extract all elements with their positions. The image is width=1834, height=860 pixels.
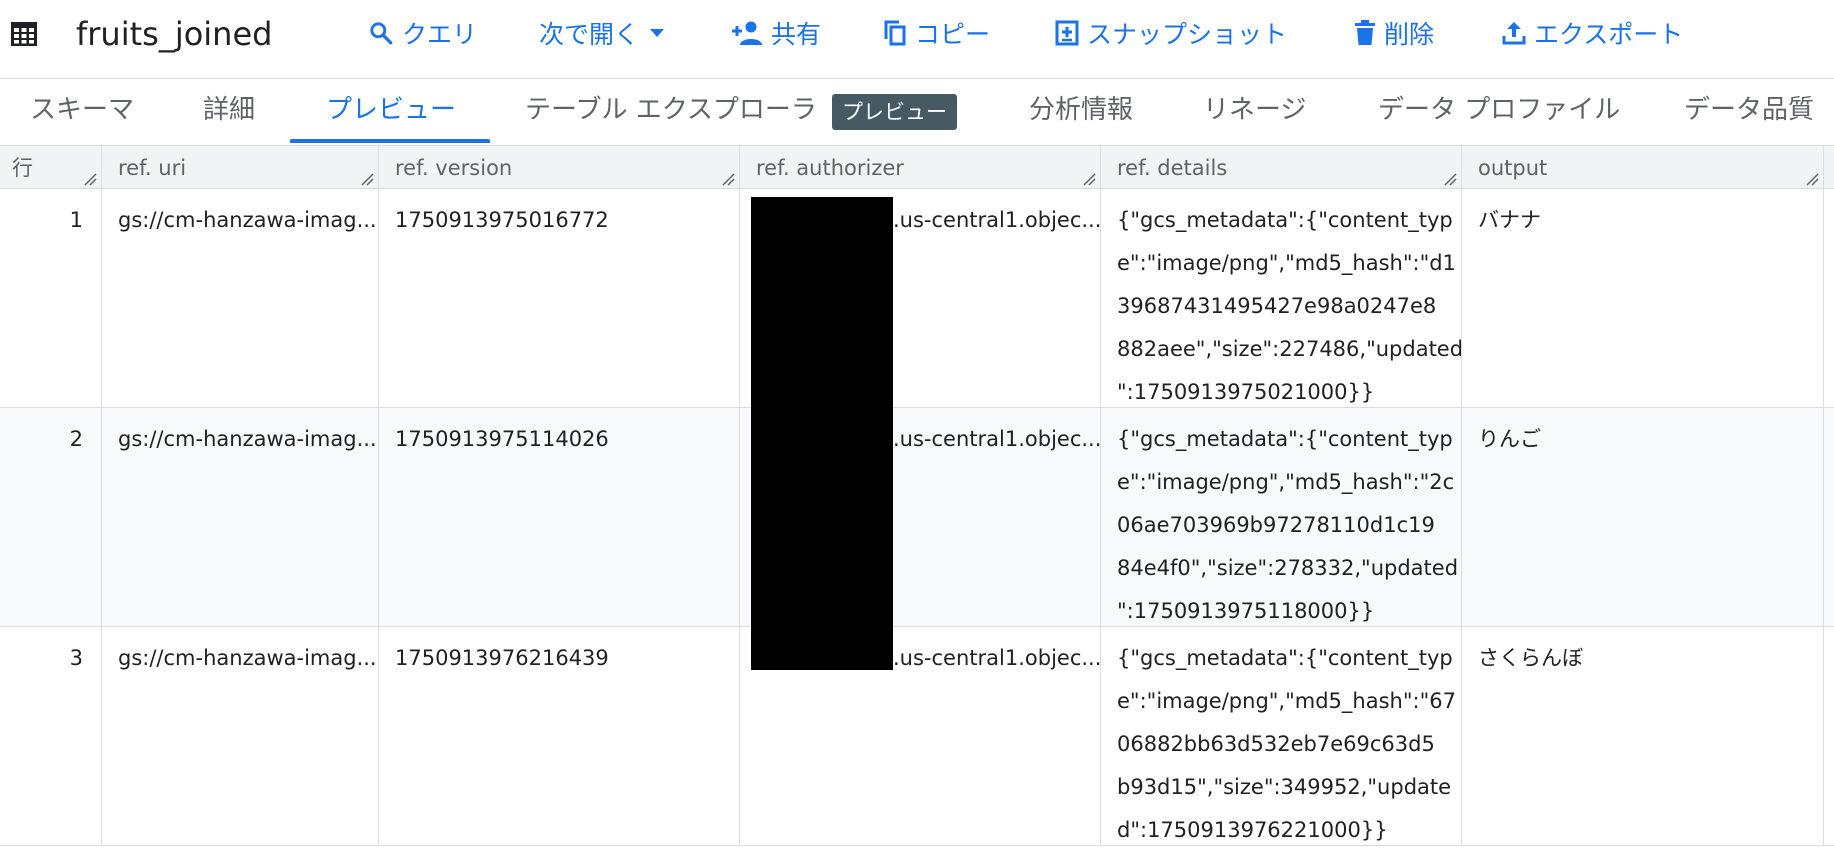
search-icon (370, 22, 393, 45)
tab-table-explorer[interactable]: テーブル エクスプローラ (525, 93, 817, 127)
row-number-cell: 1 (0, 189, 102, 407)
open-in-button-label: 次で開く (539, 20, 640, 49)
column-header-row[interactable]: 行 (0, 146, 102, 190)
details-line: b93d15","size":349952,"update (1117, 775, 1452, 799)
tab-bar: スキーマ 詳細 プレビュー テーブル エクスプローラ プレビュー 分析情報 リネ… (0, 79, 1834, 145)
snapshot-button[interactable]: スナップショット (1055, 12, 1287, 54)
details-line: {"gcs_metadata":{"content_typ (1117, 427, 1453, 451)
column-header-ref-uri[interactable]: ref. uri (102, 146, 379, 190)
ref-details-cell[interactable]: {"gcs_metadata":{"content_typ e":"image/… (1101, 408, 1462, 626)
tab-insights[interactable]: 分析情報 (1029, 93, 1133, 127)
tab-preview[interactable]: プレビュー (326, 93, 456, 127)
resize-handle-icon[interactable] (1805, 172, 1819, 186)
tab-data-quality[interactable]: データ品質 (1684, 93, 1814, 127)
results-table: 行 ref. uri ref. version ref. authorizer … (0, 145, 1834, 860)
toolbar: fruits_joined クエリ 次で開く 共有 コピー スナップショット 削… (0, 0, 1834, 78)
share-button[interactable]: 共有 (731, 12, 821, 54)
caret-down-icon (650, 29, 665, 37)
table-header: 行 ref. uri ref. version ref. authorizer … (0, 145, 1834, 190)
upload-icon (1502, 22, 1526, 45)
snapshot-icon (1055, 20, 1079, 46)
ref-uri-cell[interactable]: gs://cm-hanzawa-imag... (102, 627, 379, 845)
preview-badge: プレビュー (832, 94, 957, 130)
resize-handle-icon[interactable] (721, 172, 735, 186)
copy-button-label: コピー (915, 20, 991, 49)
ref-uri-cell[interactable]: gs://cm-hanzawa-imag... (102, 408, 379, 626)
details-line: 39687431495427e98a0247e8 (1117, 294, 1437, 318)
output-cell[interactable]: さくらんぼ (1462, 627, 1824, 845)
ref-version-cell[interactable]: 1750913975016772 (379, 189, 740, 407)
share-button-label: 共有 (771, 20, 822, 49)
tab-details[interactable]: 詳細 (203, 93, 255, 127)
details-line: ":1750913975118000}} (1117, 599, 1375, 623)
redaction-box (751, 197, 893, 670)
ref-version-cell[interactable]: 1750913976216439 (379, 627, 740, 845)
table-icon (11, 22, 37, 46)
details-line: {"gcs_metadata":{"content_typ (1117, 646, 1453, 670)
details-line: 882aee","size":227486,"updated (1117, 337, 1462, 361)
table-row[interactable]: 2 gs://cm-hanzawa-imag... 17509139751140… (0, 408, 1834, 627)
column-header-ref-details[interactable]: ref. details (1101, 146, 1462, 190)
table-title: fruits_joined (76, 15, 273, 53)
details-line: 84e4f0","size":278332,"updated (1117, 556, 1459, 580)
details-line: 06882bb63d532eb7e69c63d5 (1117, 732, 1435, 756)
tab-lineage[interactable]: リネージ (1203, 93, 1306, 127)
copy-button[interactable]: コピー (883, 12, 990, 54)
row-number-cell: 3 (0, 627, 102, 845)
copy-icon (884, 20, 906, 46)
details-line: d":1750913976221000}} (1117, 818, 1388, 842)
tab-schema[interactable]: スキーマ (30, 93, 134, 127)
details-line: ":1750913975021000}} (1117, 380, 1375, 404)
active-tab-indicator (290, 139, 490, 143)
snapshot-button-label: スナップショット (1087, 20, 1288, 49)
ref-uri-cell[interactable]: gs://cm-hanzawa-imag... (102, 189, 379, 407)
column-header-ref-version[interactable]: ref. version (379, 146, 740, 190)
tab-data-profile[interactable]: データ プロファイル (1378, 93, 1620, 127)
delete-button-label: 削除 (1384, 20, 1435, 49)
query-button[interactable]: クエリ (368, 12, 477, 54)
table-row[interactable]: 3 gs://cm-hanzawa-imag... 17509139762164… (0, 627, 1834, 846)
row-number-cell: 2 (0, 408, 102, 626)
export-button-label: エクスポート (1534, 20, 1684, 49)
output-cell[interactable]: りんご (1462, 408, 1824, 626)
details-line: e":"image/png","md5_hash":"2c (1117, 470, 1455, 494)
ref-version-cell[interactable]: 1750913975114026 (379, 408, 740, 626)
resize-handle-icon[interactable] (360, 172, 374, 186)
ref-details-cell[interactable]: {"gcs_metadata":{"content_typ e":"image/… (1101, 627, 1462, 845)
ref-details-cell[interactable]: {"gcs_metadata":{"content_typ e":"image/… (1101, 189, 1462, 407)
open-in-button[interactable]: 次で開く (539, 12, 665, 54)
column-header-ref-authorizer[interactable]: ref. authorizer (740, 146, 1101, 190)
trash-icon (1355, 20, 1375, 45)
person-add-icon (732, 21, 762, 45)
details-line: e":"image/png","md5_hash":"d1 (1117, 251, 1456, 275)
export-button[interactable]: エクスポート (1502, 12, 1683, 54)
resize-handle-icon[interactable] (1082, 172, 1096, 186)
resize-handle-icon[interactable] (1443, 172, 1457, 186)
details-line: e":"image/png","md5_hash":"67 (1117, 689, 1456, 713)
delete-button[interactable]: 削除 (1354, 12, 1434, 54)
details-line: 06ae703969b97278110d1c19 (1117, 513, 1435, 537)
query-button-label: クエリ (402, 20, 478, 49)
table-row[interactable]: 1 gs://cm-hanzawa-imag... 17509139750167… (0, 189, 1834, 408)
output-cell[interactable]: バナナ (1462, 189, 1824, 407)
resize-handle-icon[interactable] (83, 172, 97, 186)
column-header-output[interactable]: output (1462, 146, 1824, 190)
details-line: {"gcs_metadata":{"content_typ (1117, 208, 1453, 232)
